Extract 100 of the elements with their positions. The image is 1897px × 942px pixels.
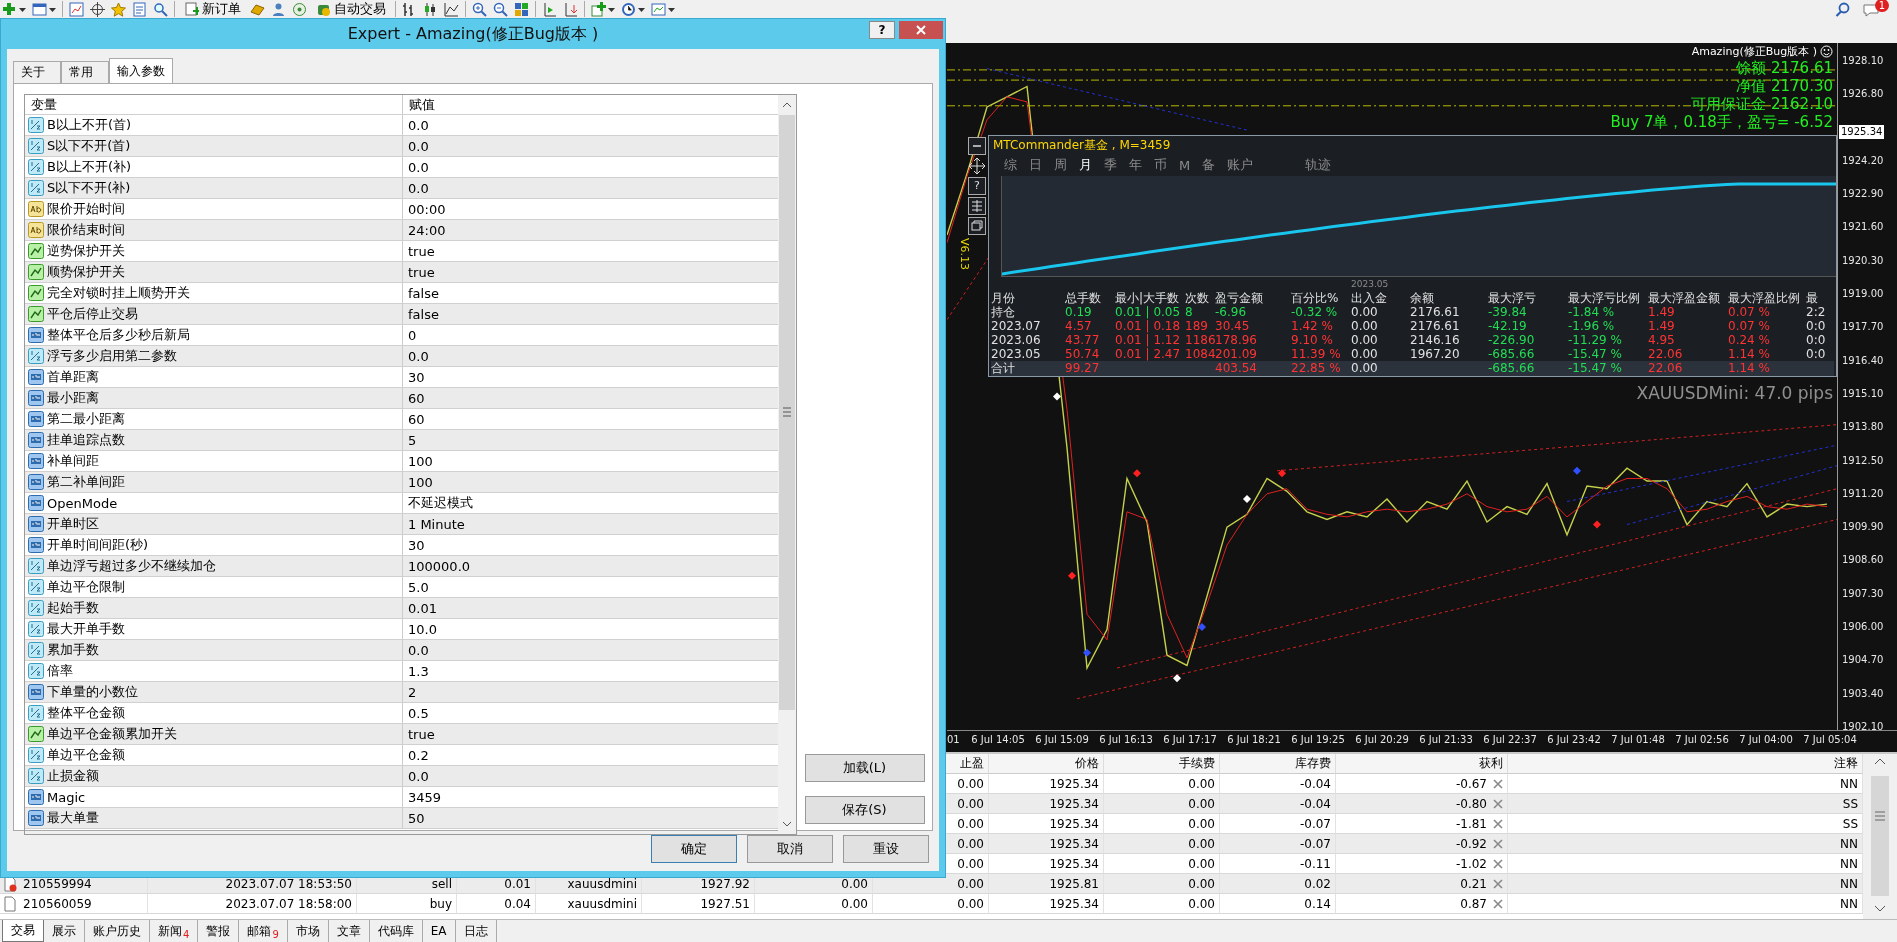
crosshair-icon[interactable] <box>90 1 105 17</box>
parameter-value[interactable]: 30 <box>408 537 425 553</box>
line-chart-icon[interactable] <box>444 1 459 17</box>
period-tab[interactable]: 账户 <box>1224 156 1257 174</box>
chat-bubble-icon[interactable] <box>1863 2 1881 18</box>
signal-icon[interactable] <box>292 1 307 17</box>
parameter-value[interactable]: 60 <box>408 390 425 406</box>
period-tab[interactable]: 日 <box>1026 156 1045 174</box>
close-icon[interactable] <box>1493 778 1503 789</box>
close-icon[interactable] <box>1493 858 1503 869</box>
dialog-button[interactable]: 确定 <box>651 835 737 863</box>
parameter-value[interactable]: 5.0 <box>408 579 429 595</box>
parameter-value[interactable]: 24:00 <box>408 222 446 238</box>
terminal-tab[interactable]: 警报 <box>198 920 240 942</box>
toolbar-button[interactable]: 新订单 <box>181 0 244 18</box>
dialog-button[interactable]: 重设 <box>843 835 929 863</box>
parameter-value[interactable]: 0.0 <box>408 642 429 658</box>
dialog-tab[interactable]: 常用 <box>61 61 109 83</box>
column-header[interactable]: 库存费 <box>1220 754 1336 774</box>
parameter-value[interactable]: 0.2 <box>408 747 429 763</box>
parameter-value[interactable]: 0.5 <box>408 705 429 721</box>
window-icon[interactable] <box>32 1 47 17</box>
grid-icon[interactable] <box>968 197 986 215</box>
help-button[interactable]: ? <box>968 177 986 195</box>
parameter-value[interactable]: 2 <box>408 684 417 700</box>
parameter-value[interactable]: true <box>408 726 435 742</box>
add-indicator-icon[interactable] <box>591 1 606 17</box>
parameter-value[interactable]: 5 <box>408 432 417 448</box>
zoom-out-icon[interactable] <box>493 1 508 17</box>
scrollbar[interactable] <box>778 95 796 834</box>
terminal-tab[interactable]: 文章 <box>328 920 370 942</box>
column-header[interactable]: 注释 <box>1508 754 1863 774</box>
dialog-button[interactable]: 加载(L) <box>804 754 925 782</box>
dialog-button[interactable]: 保存(S) <box>804 796 925 824</box>
period-tab[interactable]: 周 <box>1051 156 1070 174</box>
terminal-tab[interactable]: 账户历史 <box>85 920 150 942</box>
search-icon[interactable] <box>1835 2 1851 18</box>
period-tab[interactable]: 备 <box>1199 156 1219 174</box>
terminal-tab[interactable]: 代码库 <box>369 920 423 942</box>
parameter-value[interactable]: 00:00 <box>408 201 446 217</box>
parameter-value[interactable]: 0.0 <box>408 159 429 175</box>
terminal-tab[interactable]: 市场 <box>287 920 329 942</box>
parameter-value[interactable]: true <box>408 243 435 259</box>
ingot-icon[interactable] <box>250 1 265 17</box>
chart-shift-icon[interactable] <box>542 1 557 17</box>
tile-windows-icon[interactable] <box>514 1 529 17</box>
zoom-in-icon[interactable] <box>472 1 487 17</box>
parameter-value[interactable]: true <box>408 264 435 280</box>
dialog-tab[interactable]: 输入参数 <box>109 58 173 83</box>
parameter-value[interactable]: 1.3 <box>408 663 429 679</box>
candle-chart-icon[interactable] <box>423 1 438 17</box>
parameter-value[interactable]: 60 <box>408 411 425 427</box>
parameter-value[interactable]: false <box>408 285 439 301</box>
user-icon[interactable] <box>271 1 286 17</box>
parameter-value[interactable]: false <box>408 306 439 322</box>
chart-window-icon[interactable] <box>69 1 84 17</box>
parameter-value[interactable]: 0.0 <box>408 117 429 133</box>
parameter-value[interactable]: 0.0 <box>408 138 429 154</box>
parameter-value[interactable]: 10.0 <box>408 621 437 637</box>
move-icon[interactable] <box>968 157 986 175</box>
period-tab[interactable]: 综 <box>1001 156 1020 174</box>
toolbar-button[interactable]: 自动交易 <box>313 0 389 18</box>
column-header[interactable]: 价格 <box>989 754 1104 774</box>
minimize-icon[interactable] <box>968 137 986 155</box>
parameter-value[interactable]: 30 <box>408 369 425 385</box>
close-icon[interactable] <box>1493 878 1503 889</box>
close-icon[interactable] <box>1493 818 1503 829</box>
parameter-value[interactable]: 0.0 <box>408 348 429 364</box>
period-tab[interactable]: 年 <box>1126 156 1145 174</box>
dialog-button[interactable]: 取消 <box>747 835 833 863</box>
scrollbar[interactable] <box>1863 754 1897 919</box>
close-icon[interactable] <box>1493 798 1503 809</box>
period-tab[interactable]: 轨迹 <box>1302 156 1335 174</box>
column-header[interactable]: 获利 <box>1336 754 1508 774</box>
autoscroll-icon[interactable] <box>563 1 578 17</box>
parameter-value[interactable]: 不延迟模式 <box>408 494 473 512</box>
column-header[interactable]: 手续费 <box>1104 754 1220 774</box>
parameter-value[interactable]: 100000.0 <box>408 558 471 574</box>
terminal-tab[interactable]: 展示 <box>44 920 85 942</box>
period-tab[interactable]: 币 <box>1151 156 1170 174</box>
close-button[interactable] <box>899 21 943 39</box>
close-icon[interactable] <box>1493 838 1503 849</box>
terminal-tab[interactable]: 日志 <box>455 920 497 942</box>
period-tab[interactable]: 季 <box>1101 156 1120 174</box>
star-icon[interactable] <box>111 1 126 17</box>
parameter-value[interactable]: 100 <box>408 474 433 490</box>
parameter-value[interactable]: 50 <box>408 810 425 826</box>
parameter-value[interactable]: 100 <box>408 453 433 469</box>
terminal-tab[interactable]: EA <box>422 920 456 942</box>
restore-icon[interactable] <box>968 217 986 235</box>
parameter-value[interactable]: 1 Minute <box>408 516 465 532</box>
terminal-tab[interactable]: 交易 <box>2 920 44 942</box>
parameter-value[interactable]: 0.01 <box>408 600 437 616</box>
clock-icon[interactable] <box>621 1 636 17</box>
parameter-value[interactable]: 0.0 <box>408 768 429 784</box>
parameter-value[interactable]: 0.0 <box>408 180 429 196</box>
close-icon[interactable] <box>1493 898 1503 909</box>
parameter-value[interactable]: 0 <box>408 327 417 343</box>
dialog-tab[interactable]: 关于 <box>13 61 61 83</box>
parameter-value[interactable]: 3459 <box>408 789 442 805</box>
